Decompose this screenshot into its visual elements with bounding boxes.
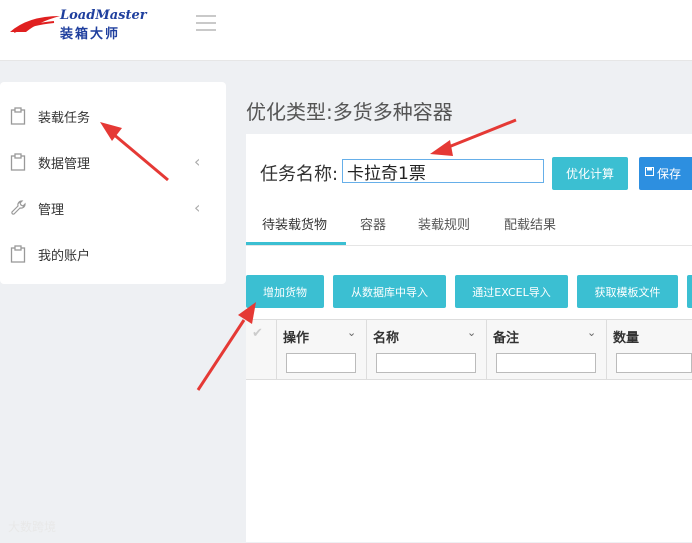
- tab-containers[interactable]: 容器: [360, 214, 386, 233]
- logo-text-cn: 装箱大师: [60, 27, 121, 42]
- hamburger-icon[interactable]: [196, 15, 216, 31]
- optimize-button[interactable]: 优化计算: [552, 157, 628, 190]
- filter-input[interactable]: [376, 353, 476, 373]
- sidebar-item-label: 数据管理: [38, 157, 91, 172]
- column-remarks[interactable]: 备注 ⌄: [487, 320, 607, 379]
- add-cargo-button[interactable]: 增加货物: [246, 275, 324, 308]
- sidebar-item-management[interactable]: 管理 ‹: [0, 188, 226, 228]
- main-panel: 任务名称: 优化计算 保存 待装载货物 容器 装载规则 配载结果 增加货物 从数…: [246, 134, 692, 542]
- column-header-label: 名称: [373, 331, 400, 346]
- column-actions[interactable]: 操作 ⌄: [277, 320, 367, 379]
- tab-loading-rules[interactable]: 装载规则: [418, 214, 470, 233]
- floppy-disk-icon: [645, 167, 654, 176]
- clipboard-icon: [10, 153, 26, 171]
- tab-bar: 待装载货物 容器 装载规则 配载结果: [246, 208, 692, 246]
- active-tab-indicator: [246, 242, 346, 245]
- sort-dropdown-icon[interactable]: ⌄: [347, 326, 356, 339]
- sidebar-item-label: 装载任务: [38, 111, 91, 126]
- sidebar-item-loading-tasks[interactable]: 装载任务: [0, 96, 226, 136]
- grid-header: ✔ 操作 ⌄ 名称 ⌄ 备注 ⌄ 数量: [246, 320, 692, 380]
- import-from-database-button[interactable]: 从数据库中导入: [333, 275, 446, 308]
- save-button-label: 保存: [657, 167, 682, 181]
- tab-stowage-results[interactable]: 配载结果: [504, 214, 556, 233]
- page-title: 优化类型:多货多种容器: [246, 100, 453, 124]
- loadmaster-logo[interactable]: LoadMaster 装箱大师: [8, 6, 158, 42]
- chevron-left-icon: ‹: [194, 152, 201, 171]
- tab-pending-cargo[interactable]: 待装载货物: [262, 214, 327, 233]
- sidebar-item-data-management[interactable]: 数据管理 ‹: [0, 142, 226, 182]
- get-template-button[interactable]: 获取模板文件: [577, 275, 678, 308]
- watermark: 大数跨境: [8, 520, 57, 534]
- task-name-label: 任务名称:: [260, 164, 339, 185]
- checkmark-icon: ✔: [252, 326, 263, 341]
- save-button[interactable]: 保存: [639, 157, 692, 190]
- cargo-grid: ✔ 操作 ⌄ 名称 ⌄ 备注 ⌄ 数量: [246, 319, 692, 543]
- sidebar-item-my-account[interactable]: 我的账户: [0, 234, 226, 274]
- column-header-label: 数量: [613, 331, 640, 346]
- logo-text-en: LoadMaster: [60, 8, 147, 23]
- filter-input[interactable]: [286, 353, 356, 373]
- chevron-left-icon: ‹: [194, 198, 201, 217]
- sidebar-item-label: 我的账户: [38, 249, 91, 264]
- more-toolbar-button[interactable]: [687, 275, 692, 308]
- select-all-column[interactable]: ✔: [246, 320, 277, 379]
- column-header-label: 操作: [283, 331, 310, 346]
- sidebar-item-label: 管理: [38, 203, 65, 218]
- column-quantity[interactable]: 数量: [607, 320, 692, 379]
- column-name[interactable]: 名称 ⌄: [367, 320, 487, 379]
- import-excel-button[interactable]: 通过EXCEL导入: [455, 275, 568, 308]
- filter-input[interactable]: [616, 353, 692, 373]
- wrench-icon: [11, 200, 26, 215]
- clipboard-icon: [10, 245, 26, 263]
- column-header-label: 备注: [493, 331, 520, 346]
- top-bar: LoadMaster 装箱大师: [0, 0, 692, 61]
- filter-input[interactable]: [496, 353, 596, 373]
- swoosh-logo-icon: [10, 16, 60, 33]
- clipboard-icon: [10, 107, 26, 125]
- task-name-input[interactable]: [342, 159, 544, 183]
- sort-dropdown-icon[interactable]: ⌄: [587, 326, 596, 339]
- sidebar: 装载任务 数据管理 ‹ 管理 ‹ 我的账户: [0, 82, 226, 284]
- sort-dropdown-icon[interactable]: ⌄: [467, 326, 476, 339]
